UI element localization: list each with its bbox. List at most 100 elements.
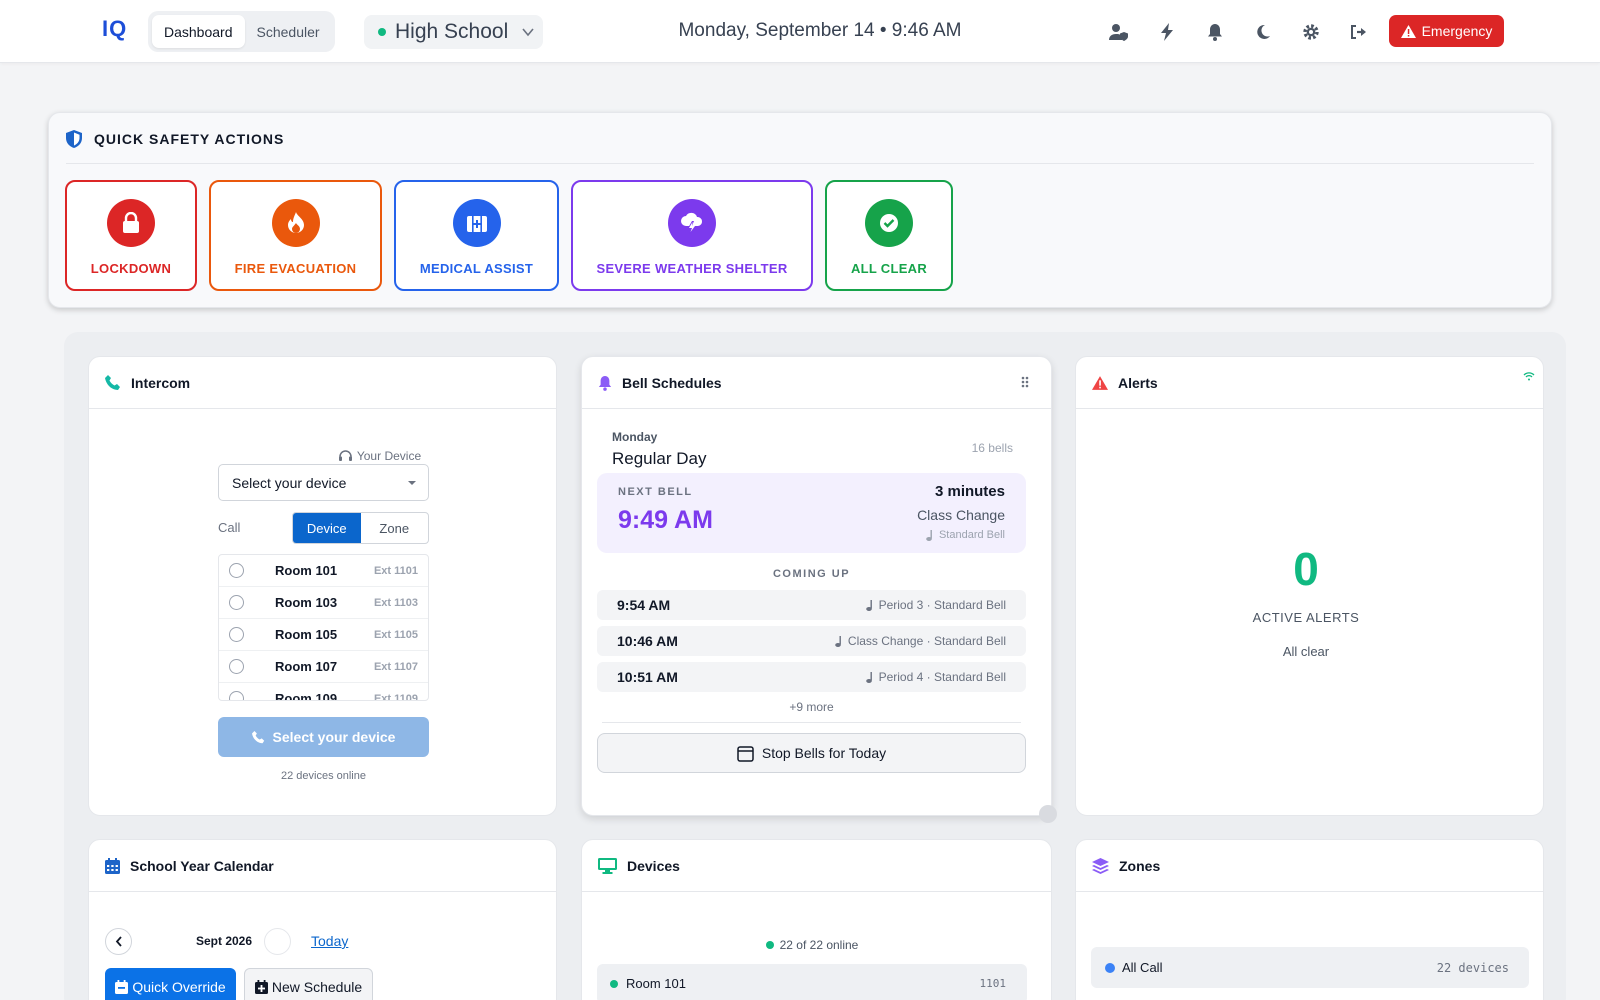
room-name: Room 101 <box>275 563 338 578</box>
medical-assist-button[interactable]: MEDICAL ASSIST <box>394 180 559 291</box>
new-schedule-button[interactable]: New Schedule <box>244 968 373 1000</box>
call-label: Call <box>218 520 241 535</box>
devices-card: Devices 22 of 22 online Room 101 1101 <box>581 839 1052 1000</box>
call-mode-zone[interactable]: Zone <box>361 513 429 543</box>
calendar-header: School Year Calendar <box>89 840 556 892</box>
list-item[interactable]: Room 101 Ext 1101 <box>219 555 428 587</box>
fire-icon <box>271 199 320 247</box>
intercom-title: Intercom <box>131 374 191 391</box>
upcoming-time: 10:51 AM <box>617 669 678 685</box>
call-button[interactable]: Select your device <box>218 717 429 757</box>
music-note-icon <box>865 671 874 683</box>
devices-online-summary: 22 of 22 online <box>582 938 1042 952</box>
emergency-button[interactable]: Emergency <box>1389 15 1504 47</box>
devices-title: Devices <box>627 857 680 874</box>
alerts-card: Alerts 0 ACTIVE ALERTS All clear <box>1075 356 1544 816</box>
radio-button[interactable] <box>229 627 244 642</box>
fire-evacuation-button[interactable]: FIRE EVACUATION <box>209 180 382 291</box>
radio-button[interactable] <box>229 691 244 700</box>
bell-header: Bell Schedules <box>582 357 1051 409</box>
room-name: Room 103 <box>275 595 338 610</box>
today-link[interactable]: Today <box>311 933 348 949</box>
alerts-status: All clear <box>1282 644 1330 659</box>
devices-online-text: 22 of 22 online <box>779 938 859 952</box>
app-logo[interactable]: IQ <box>102 16 127 42</box>
stop-bells-button[interactable]: Stop Bells for Today <box>597 733 1026 773</box>
tab-dashboard[interactable]: Dashboard <box>152 15 245 48</box>
lockdown-button[interactable]: LOCKDOWN <box>65 180 197 291</box>
school-selector[interactable]: High School <box>364 15 543 49</box>
list-item[interactable]: Room 109 Ext 1109 <box>219 683 428 700</box>
radio-button[interactable] <box>229 595 244 610</box>
user-shield-icon[interactable] <box>1107 20 1131 44</box>
all-clear-button[interactable]: ALL CLEAR <box>825 180 953 291</box>
calendar-icon <box>737 745 754 762</box>
bell-count: 16 bells <box>971 441 1013 455</box>
quick-safety-title-text: QUICK SAFETY ACTIONS <box>94 131 285 147</box>
upcoming-time: 9:54 AM <box>617 597 671 613</box>
calendar-plus-icon <box>254 980 268 994</box>
list-item[interactable]: Room 103 Ext 1103 <box>219 587 428 619</box>
room-name: Room 107 <box>275 659 338 674</box>
quick-override-button[interactable]: Quick Override <box>105 968 236 1000</box>
medical-kit-icon <box>452 199 501 247</box>
tab-scheduler[interactable]: Scheduler <box>245 15 332 48</box>
zones-header: Zones <box>1076 840 1543 892</box>
layers-icon <box>1092 857 1109 874</box>
chevron-down-icon <box>521 25 535 39</box>
next-bell-sound-text: Standard Bell <box>938 529 1005 541</box>
drag-handle-icon[interactable] <box>1021 376 1029 388</box>
zones-card: Zones All Call 22 devices <box>1075 839 1544 1000</box>
logout-icon[interactable] <box>1347 20 1371 44</box>
radio-button[interactable] <box>229 659 244 674</box>
table-row[interactable]: Room 101 1101 <box>597 964 1027 1000</box>
list-item[interactable]: All Call 22 devices <box>1091 947 1529 988</box>
lock-icon <box>107 199 155 247</box>
quick-override-label: Quick Override <box>132 979 226 995</box>
devices-online-count: 22 devices online <box>280 770 366 782</box>
severe-weather-shelter-button[interactable]: SEVERE WEATHER SHELTER <box>571 180 813 291</box>
phone-icon <box>105 374 121 391</box>
device-select[interactable]: Select your device <box>218 464 429 501</box>
room-ext: Ext 1105 <box>373 628 418 641</box>
bell-icon[interactable] <box>1203 20 1227 44</box>
moon-icon[interactable] <box>1251 20 1275 44</box>
emergency-label: Emergency <box>1421 23 1493 39</box>
next-month-button[interactable] <box>264 928 291 955</box>
school-year-calendar-card: School Year Calendar Sept 2026 Today Qui… <box>88 839 557 1000</box>
phone-icon <box>251 730 265 744</box>
gear-icon[interactable] <box>1299 20 1323 44</box>
prev-month-button[interactable] <box>105 928 132 955</box>
upcoming-bell-row: 10:51 AM Period 4 · Standard Bell <box>597 662 1026 692</box>
lockdown-label: LOCKDOWN <box>90 261 172 276</box>
current-datetime: Monday, September 14 • 9:46 AM <box>678 20 962 41</box>
upcoming-desc: Class Change · Standard Bell <box>835 634 1006 648</box>
medical-assist-label: MEDICAL ASSIST <box>419 261 534 276</box>
alerts-title: Alerts <box>1118 374 1158 391</box>
more-bells-link[interactable]: +9 more <box>582 700 1041 714</box>
chevron-left-icon <box>115 936 123 947</box>
stop-bells-label: Stop Bells for Today <box>761 745 887 761</box>
new-schedule-label: New Schedule <box>271 979 363 995</box>
list-item[interactable]: Room 105 Ext 1105 <box>219 619 428 651</box>
divider <box>602 722 1021 723</box>
schedule-name: Regular Day <box>612 449 707 468</box>
radio-button[interactable] <box>229 563 244 578</box>
call-mode-device[interactable]: Device <box>293 513 361 543</box>
zones-title: Zones <box>1119 857 1161 874</box>
nav-tabs: Dashboard Scheduler <box>148 11 335 52</box>
schedule-day: Monday <box>612 430 658 444</box>
bolt-icon[interactable] <box>1155 20 1179 44</box>
device-ext: 1101 <box>979 977 1007 990</box>
bell-title: Bell Schedules <box>622 374 722 391</box>
music-note-icon <box>865 599 874 611</box>
upcoming-desc: Period 4 · Standard Bell <box>865 670 1006 684</box>
next-bell-panel: NEXT BELL 9:49 AM 3 minutes Class Change… <box>597 473 1026 553</box>
upcoming-bell-row: 10:46 AM Class Change · Standard Bell <box>597 626 1026 656</box>
room-list[interactable]: Room 101 Ext 1101 Room 103 Ext 1103 Room 1… <box>218 554 429 701</box>
caret-down-icon <box>408 481 416 485</box>
zone-color-dot <box>1105 963 1115 973</box>
resize-handle[interactable] <box>1039 805 1057 823</box>
upcoming-desc: Period 3 · Standard Bell <box>865 598 1006 612</box>
list-item[interactable]: Room 107 Ext 1107 <box>219 651 428 683</box>
